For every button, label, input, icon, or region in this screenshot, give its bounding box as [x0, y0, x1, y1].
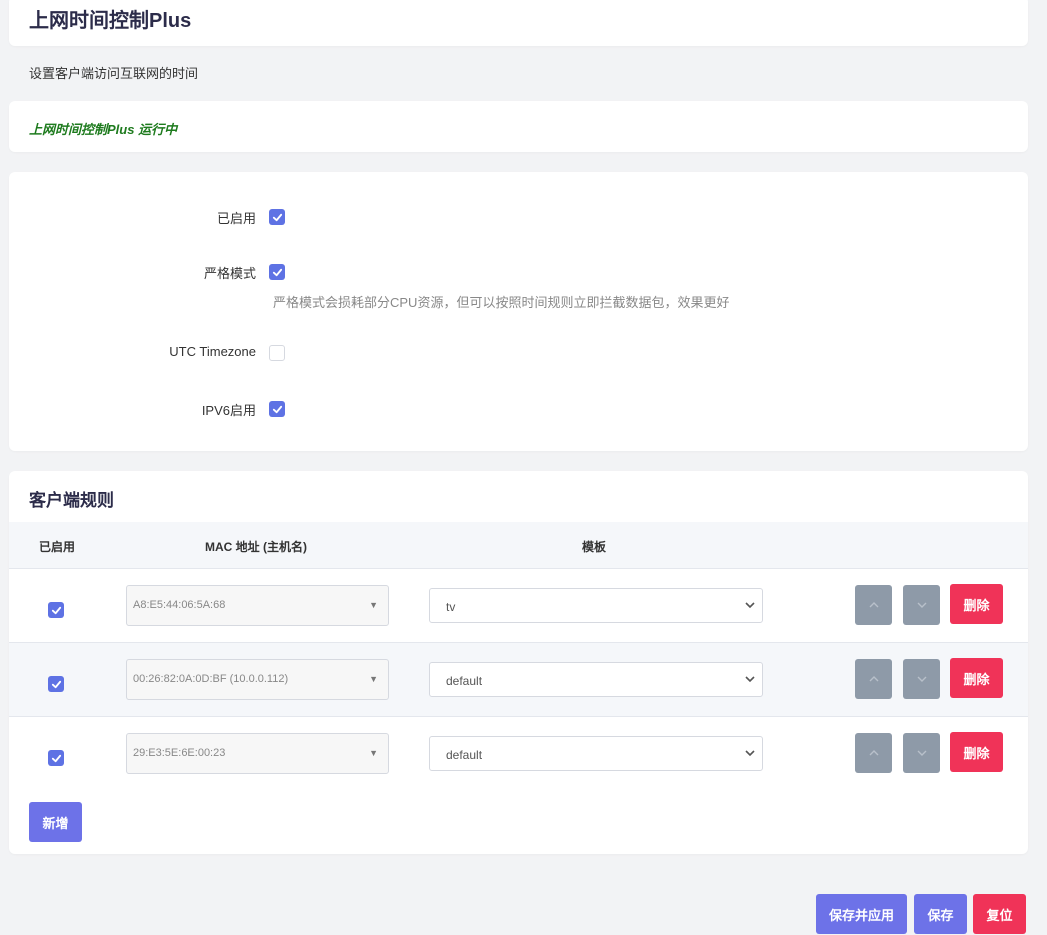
chevron-down-icon	[745, 676, 755, 683]
move-down-button[interactable]	[903, 733, 940, 773]
move-down-button[interactable]	[903, 659, 940, 699]
chevron-down-icon	[917, 750, 926, 756]
utc-timezone-checkbox[interactable]	[269, 345, 285, 361]
template-value: default	[446, 748, 483, 762]
column-header-enabled: 已启用	[39, 540, 76, 554]
delete-button[interactable]: 删除	[950, 658, 1003, 698]
row-enabled-checkbox[interactable]	[48, 676, 64, 692]
save-and-apply-button[interactable]: 保存并应用	[816, 894, 907, 934]
mac-address-select[interactable]: A8:E5:44:06:5A:68 ▼	[126, 585, 389, 626]
move-down-button[interactable]	[903, 585, 940, 625]
strict-mode-help: 严格模式会损耗部分CPU资源，但可以按照时间规则立即拦截数据包，效果更好	[273, 295, 730, 310]
mac-address-value: 00:26:82:0A:0D:BF (10.0.0.112)	[133, 673, 289, 685]
caret-down-icon: ▼	[369, 600, 378, 610]
ipv6-enabled-label: IPV6启用	[201, 403, 256, 418]
chevron-up-icon	[869, 750, 878, 756]
title-card: 上网时间控制Plus	[9, 0, 1028, 46]
check-icon	[272, 268, 282, 276]
save-button[interactable]: 保存	[914, 894, 967, 934]
strict-mode-label: 严格模式	[203, 266, 256, 281]
chevron-up-icon	[869, 602, 878, 608]
page-title: 上网时间控制Plus	[29, 10, 192, 32]
chevron-down-icon	[917, 602, 926, 608]
table-row: A8:E5:44:06:5A:68 ▼ tv 删除	[9, 569, 1028, 643]
add-rule-button[interactable]: 新增	[29, 802, 82, 842]
chevron-up-icon	[869, 676, 878, 682]
ipv6-enabled-checkbox[interactable]	[269, 401, 285, 417]
mac-address-value: A8:E5:44:06:5A:68	[133, 599, 226, 611]
column-header-template: 模板	[582, 540, 607, 554]
caret-down-icon: ▼	[369, 748, 378, 758]
template-select[interactable]: default	[429, 736, 763, 771]
caret-down-icon: ▼	[369, 674, 378, 684]
strict-mode-checkbox[interactable]	[269, 264, 285, 280]
move-up-button[interactable]	[855, 733, 892, 773]
chevron-down-icon	[745, 602, 755, 609]
delete-button[interactable]: 删除	[950, 584, 1003, 624]
table-row: 00:26:82:0A:0D:BF (10.0.0.112) ▼ default…	[9, 643, 1028, 717]
mac-address-value: 29:E3:5E:6E:00:23	[133, 747, 226, 759]
rules-section-title: 客户端规则	[29, 491, 114, 510]
settings-card: 已启用 严格模式 严格模式会损耗部分CPU资源，但可以按照时间规则立即拦截数据包…	[9, 172, 1028, 451]
enabled-label: 已启用	[216, 211, 256, 226]
rules-table-header: 已启用 MAC 地址 (主机名) 模板	[9, 522, 1028, 569]
check-icon	[51, 680, 61, 688]
template-select[interactable]: tv	[429, 588, 763, 623]
move-up-button[interactable]	[855, 659, 892, 699]
mac-address-select[interactable]: 00:26:82:0A:0D:BF (10.0.0.112) ▼	[126, 659, 389, 700]
mac-address-select[interactable]: 29:E3:5E:6E:00:23 ▼	[126, 733, 389, 774]
check-icon	[51, 606, 61, 614]
move-up-button[interactable]	[855, 585, 892, 625]
row-enabled-checkbox[interactable]	[48, 750, 64, 766]
enabled-checkbox[interactable]	[269, 209, 285, 225]
delete-button[interactable]: 删除	[950, 732, 1003, 772]
status-card: 上网时间控制Plus 运行中	[9, 101, 1028, 152]
reset-button[interactable]: 复位	[973, 894, 1026, 934]
template-value: tv	[446, 600, 456, 614]
template-value: default	[446, 674, 483, 688]
page-description: 设置客户端访问互联网的时间	[29, 66, 199, 81]
row-enabled-checkbox[interactable]	[48, 602, 64, 618]
chevron-down-icon	[745, 750, 755, 757]
column-header-mac: MAC 地址 (主机名)	[205, 540, 307, 554]
chevron-down-icon	[917, 676, 926, 682]
check-icon	[272, 213, 282, 221]
rules-card: 客户端规则 已启用 MAC 地址 (主机名) 模板 A8:E5:44:06:5A…	[9, 471, 1028, 854]
check-icon	[272, 405, 282, 413]
status-text: 上网时间控制Plus 运行中	[29, 122, 178, 137]
utc-timezone-label: UTC Timezone	[169, 344, 256, 359]
check-icon	[51, 754, 61, 762]
template-select[interactable]: default	[429, 662, 763, 697]
table-row: 29:E3:5E:6E:00:23 ▼ default 删除	[9, 717, 1028, 791]
